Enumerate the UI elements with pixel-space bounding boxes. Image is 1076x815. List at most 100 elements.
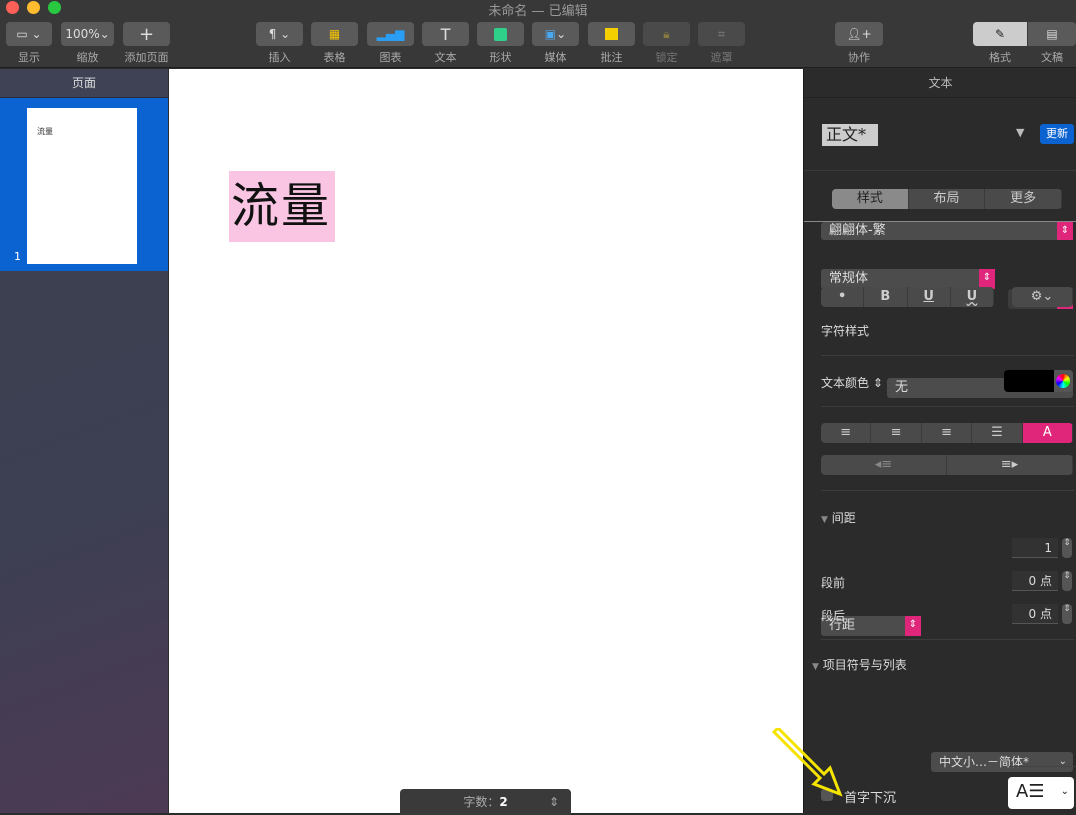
view-button[interactable]: ▭ ⌄ 显示 [6,22,52,65]
text-color-label: 文本颜色 ⇕ [821,376,883,390]
bullets-select[interactable]: 中文小…－简体* ⌄ [931,752,1073,772]
bold-button[interactable]: B [864,287,908,307]
paintbrush-icon: ✎ [973,22,1027,46]
crop-icon: ⌗ [698,22,745,46]
table-button[interactable]: ▦ 表格 [311,22,358,65]
line-spacing-field[interactable]: 1 [1012,538,1058,558]
page-thumbnail-1[interactable]: 流量 1 [0,98,168,271]
text-format-buttons: • B U U [821,287,994,307]
font-style-select[interactable]: 常规体 ⇕ [821,269,995,289]
document-button[interactable]: ▤ 文稿 [1028,22,1076,65]
space-after-field[interactable]: 0 点 [1012,604,1058,624]
space-before-stepper[interactable]: ⇕ [1062,571,1072,591]
space-after-label: 段后 [821,609,846,623]
text-options-button[interactable]: ⚙⌄ [1012,287,1073,307]
drop-cap-label: 首字下沉 [844,791,897,806]
disclosure-triangle-icon: ▼ [812,662,819,672]
table-icon: ▦ [311,22,358,46]
line-spacing-stepper[interactable]: ⇕ [1062,538,1072,558]
drop-cap-style-select[interactable]: A☰ ⌄ [1008,777,1074,809]
word-count-control[interactable]: 字数：2 ⇕ [400,789,571,815]
shape-icon [494,27,507,41]
indent-buttons: ◂≡ ≡▸ [821,455,1073,475]
lock-button[interactable]: 🔒︎ 锁定 [643,22,690,65]
plus-icon: + [123,22,170,46]
media-button[interactable]: ▣ ⌄ 媒体 [532,22,579,65]
inspector-tabs: 样式 布局 更多 [832,189,1062,209]
sidebar-header: 页面 [0,69,168,98]
mask-button[interactable]: ⌗ 遮罩 [698,22,745,65]
divider [821,355,1074,356]
decrease-indent-button[interactable]: ◂≡ [821,455,947,475]
divider [821,406,1074,407]
tab-layout[interactable]: 布局 [909,189,986,209]
drop-cap-icon: A☰ [1016,781,1045,802]
divider [821,490,1074,491]
page-number: 1 [14,250,21,263]
zoom-button[interactable]: 100% ⌄ 缩放 [61,22,114,65]
increase-indent-button[interactable]: ≡▸ [947,455,1073,475]
paragraph-icon: ¶ ⌄ [256,22,303,46]
bullet-button[interactable]: • [821,287,865,307]
document-icon: ▤ [1028,22,1076,46]
text-button[interactable]: T 文本 [422,22,469,65]
space-before-field[interactable]: 0 点 [1012,571,1058,591]
font-family-select[interactable]: 翩翩体-繁 ⇕ [821,222,1073,240]
char-style-label: 字符样式 [821,324,870,338]
window-title: 未命名 — 已编辑 [488,4,588,19]
style-menu-triangle-icon[interactable]: ▼ [1016,126,1024,139]
chevron-down-icon: ⌄ [1060,786,1069,797]
divider [821,639,1074,640]
selected-text[interactable]: 流量 [229,171,335,242]
document-canvas[interactable]: 流量 字数：2 ⇕ [169,69,803,815]
paragraph-style-name[interactable]: 正文* [822,124,878,146]
collaborate-button[interactable]: 👤︎+ 协作 [835,22,883,65]
lock-icon: 🔒︎ [643,22,690,46]
update-button[interactable]: 更新 [1040,124,1074,144]
space-after-stepper[interactable]: ⇕ [1062,604,1072,624]
shape-button[interactable]: 形状 [477,22,524,65]
insert-button[interactable]: ¶ ⌄ 插入 [256,22,303,65]
align-left-button[interactable]: ≡ [821,423,872,443]
stepper-icon: ⇕ [1057,222,1073,240]
chart-button[interactable]: ▂▄▆ 图表 [367,22,414,65]
chart-icon: ▂▄▆ [367,22,414,46]
tab-more[interactable]: 更多 [985,189,1062,209]
comment-icon [605,28,618,40]
inspector-header: 文本 [804,69,1076,98]
space-before-label: 段前 [821,576,846,590]
add-page-button[interactable]: + 添加页面 [123,22,170,65]
disclosure-triangle-icon: ▼ [821,515,828,525]
color-wheel-icon [1056,374,1070,388]
page-preview: 流量 [27,108,137,264]
stepper-icon: ⇕ [548,795,559,809]
text-icon: T [422,22,469,46]
auto-align-button[interactable]: A [1022,423,1073,443]
justify-button[interactable]: ☰ [972,423,1023,443]
align-center-button[interactable]: ≡ [871,423,922,443]
sidebar-layout-icon: ▭ ⌄ [6,22,52,46]
toolbar: 未命名 — 已编辑 ▭ ⌄ 显示 100% ⌄ 缩放 + 添加页面 ¶ ⌄ 插入 ▦ 表格 … [0,0,1076,68]
text-color-well[interactable] [1004,370,1054,392]
collaborate-icon: 👤︎+ [835,22,883,46]
page-sidebar: 页面 流量 1 [0,69,168,813]
bullets-section-toggle[interactable]: ▼ 项目符号与列表 [812,656,907,673]
stepper-icon: ⇕ [905,616,921,636]
annotation-arrow-icon [771,728,843,797]
gear-icon: ⚙⌄ [1012,287,1073,307]
divider [1009,766,1076,767]
divider [804,170,1076,171]
chevron-down-icon: ⌄ [1058,756,1067,767]
tab-style[interactable]: 样式 [832,189,909,209]
alignment-buttons: ≡ ≡ ≡ ☰ A [821,423,1073,443]
comment-button[interactable]: 批注 [588,22,635,65]
media-icon: ▣ ⌄ [532,22,579,46]
format-inspector: 文本 正文* ▼ 更新 样式 布局 更多 翩翩体-繁⇕ 常规体⇕ 48⌄ • B… [803,69,1076,813]
format-button[interactable]: ✎ 格式 [973,22,1027,65]
color-picker-button[interactable] [1054,370,1073,392]
underline-button[interactable]: U [908,287,951,307]
stepper-icon: ⇕ [979,269,995,289]
spacing-section-toggle[interactable]: ▼ 间距 [821,509,856,526]
align-right-button[interactable]: ≡ [922,423,973,443]
strikethrough-button[interactable]: U [951,287,994,307]
